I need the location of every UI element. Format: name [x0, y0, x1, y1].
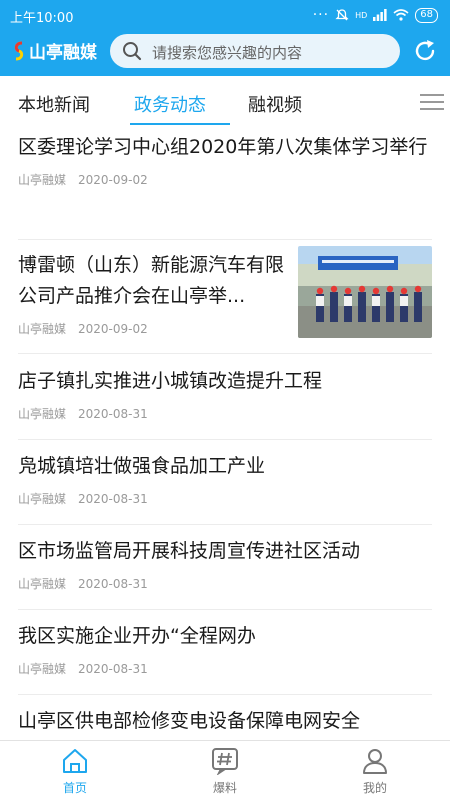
news-item[interactable]: 博雷顿（山东）新能源汽车有限公司产品推介会在山亭举... 山亭融媒 2020-09… — [18, 240, 432, 354]
tab-government-affairs[interactable]: 政务动态 — [134, 91, 206, 117]
search-icon — [123, 42, 142, 61]
status-time: 上午10:00 — [10, 11, 74, 26]
news-source: 山亭融媒 — [18, 173, 67, 187]
active-tab-indicator — [130, 123, 230, 125]
wifi-icon — [393, 9, 409, 21]
search-input[interactable]: 请搜索您感兴趣的内容 — [110, 34, 400, 68]
mute-bell-icon — [335, 9, 349, 21]
news-item[interactable]: 区市场监管局开展科技周宣传进社区活动 山亭融媒 2020-08-31 — [18, 526, 432, 610]
logo-text: 山亭融媒 — [29, 43, 97, 63]
news-list: 区委理论学习中心组2020年第八次集体学习举行 山亭融媒 2020-09-02 博… — [0, 128, 450, 740]
news-item[interactable]: 凫城镇培壮做强食品加工产业 山亭融媒 2020-08-31 — [18, 441, 432, 525]
news-source: 山亭融媒 — [18, 322, 67, 336]
signal-icon — [373, 9, 387, 21]
news-source: 山亭融媒 — [18, 407, 67, 421]
nav-tipoff[interactable]: 爆料 — [185, 747, 265, 797]
news-date: 2020-09-02 — [78, 173, 148, 187]
news-meta: 山亭融媒 2020-09-02 — [18, 171, 432, 188]
news-meta: 山亭融媒 2020-08-31 — [18, 405, 432, 422]
category-tabs: 本地新闻 政务动态 融视频 — [0, 76, 450, 128]
news-item[interactable]: 我区实施企业开办“全程网办 山亭融媒 2020-08-31 — [18, 611, 432, 695]
nav-home-label: 首页 — [62, 781, 87, 795]
battery-indicator: 68 — [415, 7, 438, 23]
news-thumbnail-image — [298, 246, 432, 338]
logo-mark-icon — [14, 41, 24, 60]
nav-profile[interactable]: 我的 — [335, 747, 415, 797]
news-meta: 山亭融媒 2020-08-31 — [18, 575, 432, 592]
news-date: 2020-08-31 — [78, 577, 148, 591]
status-icons: ··· HD 68 — [313, 6, 438, 24]
news-item[interactable]: 山亭区供电部检修变电设备保障电网安全 — [18, 696, 432, 740]
search-placeholder: 请搜索您感兴趣的内容 — [152, 44, 303, 62]
menu-icon[interactable] — [420, 92, 444, 112]
tab-local-news[interactable]: 本地新闻 — [18, 91, 90, 117]
news-date: 2020-08-31 — [78, 407, 148, 421]
news-source: 山亭融媒 — [18, 492, 67, 506]
news-source: 山亭融媒 — [18, 577, 67, 591]
status-bar: 上午10:00 ··· HD 68 — [0, 0, 450, 30]
news-item[interactable]: 区委理论学习中心组2020年第八次集体学习举行 山亭融媒 2020-09-02 — [18, 132, 432, 240]
app-logo: 山亭融媒 — [12, 38, 97, 63]
news-meta: 山亭融媒 2020-08-31 — [18, 490, 432, 507]
nav-profile-label: 我的 — [362, 781, 387, 795]
news-title: 区委理论学习中心组2020年第八次集体学习举行 — [18, 136, 428, 158]
search-header: 山亭融媒 请搜索您感兴趣的内容 — [0, 30, 450, 76]
news-title: 区市场监管局开展科技周宣传进社区活动 — [18, 540, 361, 562]
news-title: 我区实施企业开办“全程网办 — [18, 625, 256, 647]
nav-tipoff-label: 爆料 — [212, 781, 237, 795]
news-title: 店子镇扎实推进小城镇改造提升工程 — [18, 370, 323, 392]
news-item[interactable]: 店子镇扎实推进小城镇改造提升工程 山亭融媒 2020-08-31 — [18, 356, 432, 440]
news-meta: 山亭融媒 2020-08-31 — [18, 660, 432, 677]
nav-home[interactable]: 首页 — [35, 747, 115, 797]
user-icon — [363, 749, 387, 774]
app-header-bar: 上午10:00 ··· HD 68 山亭融媒 请搜索您感兴趣的内容 — [0, 0, 450, 76]
news-date: 2020-08-31 — [78, 492, 148, 506]
tab-media-video[interactable]: 融视频 — [248, 91, 302, 117]
more-dots-icon: ··· — [312, 7, 330, 23]
refresh-icon[interactable] — [412, 38, 438, 64]
news-title: 博雷顿（山东）新能源汽车有限公司产品推介会在山亭举... — [18, 254, 285, 307]
news-source: 山亭融媒 — [18, 662, 67, 676]
news-date: 2020-08-31 — [78, 662, 148, 676]
network-label: HD — [355, 10, 368, 20]
bottom-navigation: 首页 爆料 我的 — [0, 740, 450, 800]
news-date: 2020-09-02 — [78, 322, 148, 336]
home-icon — [63, 749, 87, 773]
news-title: 山亭区供电部检修变电设备保障电网安全 — [18, 710, 361, 732]
news-title: 凫城镇培壮做强食品加工产业 — [18, 455, 266, 477]
hashtag-icon — [212, 748, 238, 775]
